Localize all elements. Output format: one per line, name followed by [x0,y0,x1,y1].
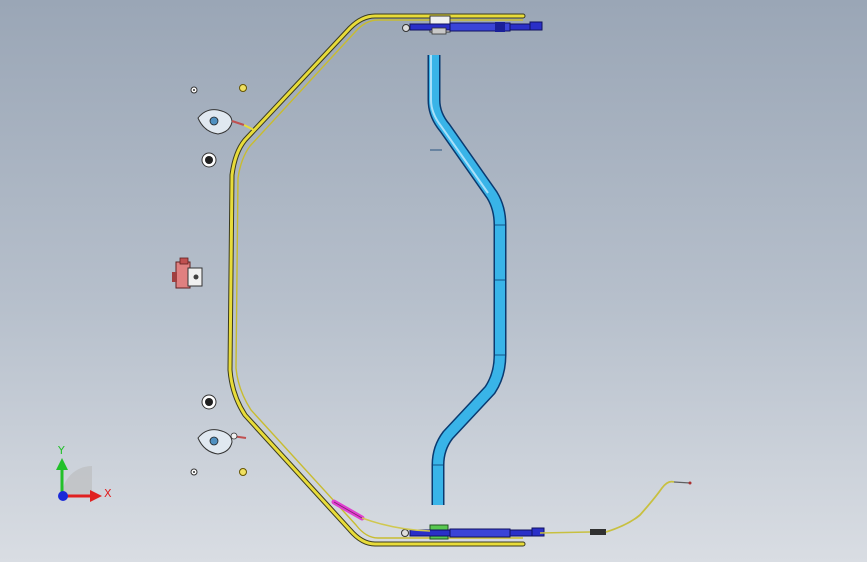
brake-line-assembly[interactable] [227,13,526,547]
brake-line-inner [228,14,525,546]
brake-line-outer [227,13,526,547]
thin-line-lower [361,517,431,532]
trailing-harness[interactable] [539,480,692,536]
y-axis-label: Y [57,444,65,457]
bottom-fitting [401,529,409,537]
assembly-model[interactable]: Y X [0,0,867,562]
nut-top [239,84,247,92]
top-fitting [402,24,410,32]
brake-line-second [235,19,523,539]
pressure-regulator [172,257,203,289]
nut-bottom [239,468,247,476]
bottom-actuator-assembly[interactable] [401,524,545,540]
fuel-pipe[interactable] [427,55,507,505]
top-actuator-assembly[interactable] [402,15,543,35]
cad-viewport[interactable]: Y X [0,0,867,562]
coordinate-triad: Y X [56,444,112,502]
z-axis-dot [58,491,68,501]
x-axis-label: X [104,487,112,500]
